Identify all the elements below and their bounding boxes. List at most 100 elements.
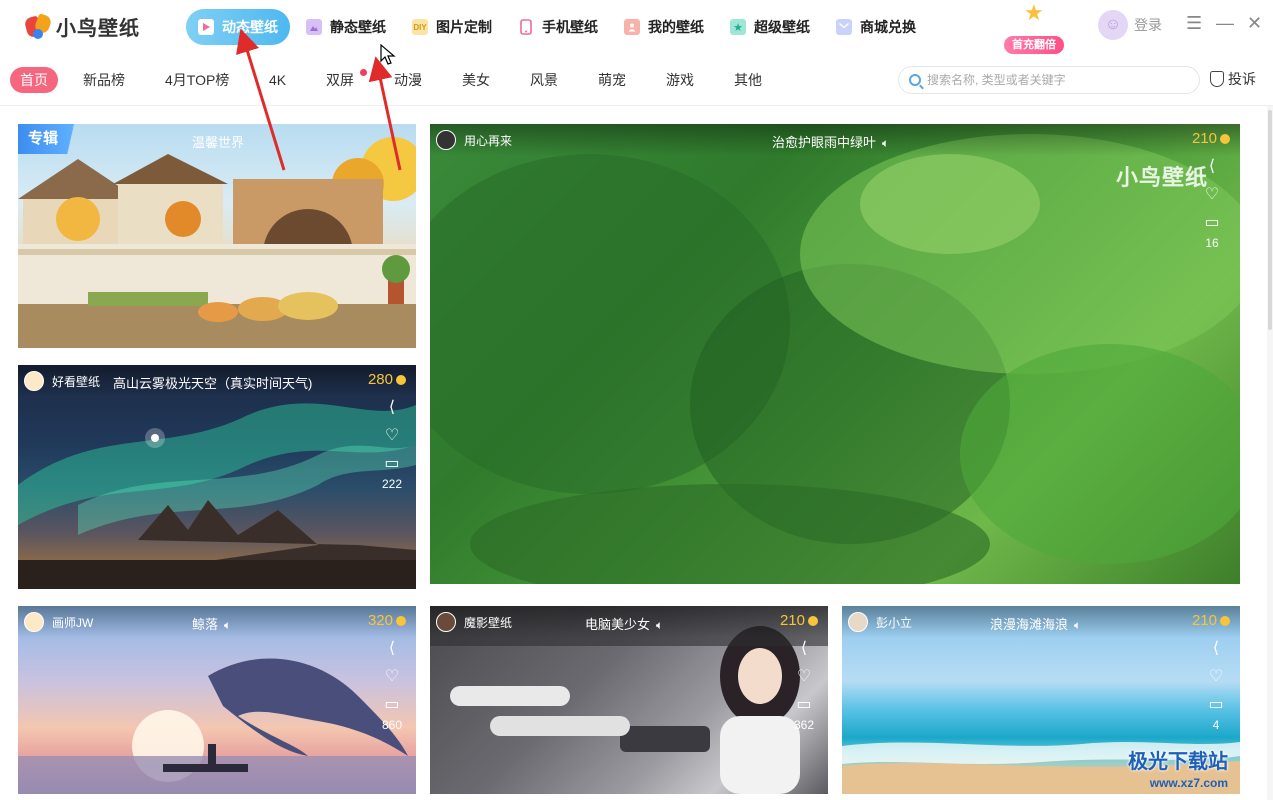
author-avatar [436,612,456,632]
comment-icon[interactable]: ▭ [382,696,402,714]
author-avatar [24,612,44,632]
video-icon [198,19,214,35]
mouse-cursor-icon [380,44,396,65]
site-watermark-url: www.xz7.com [1149,776,1228,790]
top-bar: 小鸟壁纸 动态壁纸 静态壁纸 DIY 图片定制 手机壁纸 我的壁纸 ★ 超级壁纸… [0,0,1273,56]
comment-icon[interactable]: ▭ [382,455,402,473]
card-actions: ⟨ ♡ ▭ 362 [794,640,814,732]
card-title: 治愈护眼雨中绿叶 🔈︎ [772,135,890,151]
card-title: 高山云雾极光天空（真实时间天气) [113,376,313,391]
comment-count: 860 [381,718,402,732]
menu-icon[interactable]: ☰ [1186,14,1202,32]
card-actions: ⟨ ♡ ▭ 222 [382,399,402,491]
share-icon[interactable]: ⟨ [1202,158,1222,176]
card-author[interactable]: 彭小立 [848,612,912,632]
wallpaper-card-forest[interactable]: 用心再来 治愈护眼雨中绿叶 🔈︎ 210 小鸟壁纸 ⟨ ♡ ▭ 16 [430,124,1240,584]
share-icon[interactable]: ⟨ [1206,640,1226,658]
app-logo[interactable]: 小鸟壁纸 [23,12,140,41]
report-button[interactable]: 投诉 [1210,69,1256,89]
sound-icon[interactable]: 🔈︎ [224,618,231,633]
wallpaper-card-album[interactable]: 专辑 温馨世界 [18,124,416,348]
nav-my-wallpaper[interactable]: 我的壁纸 [614,9,714,45]
first-recharge-promo[interactable]: ★ 首充翻倍 [1004,0,1064,56]
nav-phone-wallpaper[interactable]: 手机壁纸 [508,9,608,45]
close-icon[interactable]: ✕ [1247,14,1262,32]
card-author[interactable]: 魔影壁纸 [436,612,512,632]
category-pets[interactable]: 萌宠 [598,67,626,93]
author-avatar [436,130,456,150]
comment-icon[interactable]: ▭ [794,696,814,714]
heart-icon[interactable]: ♡ [382,668,402,686]
wallpaper-card-whale[interactable]: 画师JW 鲸落 🔈︎ 320 ⟨ ♡ ▭ 860 [18,606,416,794]
scrollbar-thumb[interactable] [1268,110,1272,330]
category-beauty[interactable]: 美女 [462,67,490,93]
coin-icon [808,615,818,626]
search-input[interactable] [927,73,1199,87]
card-price: 280 [368,371,406,388]
nav-dynamic-wallpaper[interactable]: 动态壁纸 [186,9,290,45]
sound-icon[interactable]: 🔈︎ [882,136,889,151]
mail-icon [836,19,852,35]
brand-watermark: 小鸟壁纸 [1116,165,1209,190]
promo-label: 首充翻倍 [1004,36,1064,54]
heart-icon[interactable]: ♡ [794,668,814,686]
comment-icon[interactable]: ▭ [1202,214,1222,232]
comment-count: 16 [1205,236,1219,250]
card-actions: ⟨ ♡ ▭ 4 [1206,640,1226,732]
card-title: 鲸落 🔈︎ [192,617,232,633]
search-box[interactable] [898,66,1200,94]
category-home[interactable]: 首页 [10,67,58,93]
category-april-top[interactable]: 4月TOP榜 [165,67,229,93]
share-icon[interactable]: ⟨ [794,640,814,658]
heart-icon[interactable]: ♡ [1202,186,1222,204]
sound-icon[interactable]: 🔈︎ [1074,618,1081,633]
card-actions: ⟨ ♡ ▭ 16 [1202,158,1222,250]
card-author[interactable]: 用心再来 [436,130,512,150]
wallpaper-card-aurora[interactable]: 好看壁纸 高山云雾极光天空（真实时间天气) 280 ⟨ ♡ ▭ 222 [18,365,416,589]
card-actions: ⟨ ♡ ▭ 860 [382,640,402,732]
bird-logo-icon [23,12,53,41]
category-games[interactable]: 游戏 [666,67,694,93]
diy-icon: DIY [412,19,428,35]
content-scrollbar[interactable] [1267,106,1273,800]
nav-super-wallpaper[interactable]: ★ 超级壁纸 [720,9,820,45]
nav-static-wallpaper[interactable]: 静态壁纸 [296,9,396,45]
category-new[interactable]: 新品榜 [83,67,125,93]
wand-star-icon: ★ [1024,0,1044,25]
login-button[interactable]: ☺ 登录 [1098,10,1162,40]
album-scene-illustration [18,137,416,348]
minimize-icon[interactable]: — [1216,14,1234,32]
category-anime[interactable]: 动漫 [394,67,422,93]
app-name: 小鸟壁纸 [56,18,140,40]
share-icon[interactable]: ⟨ [382,399,402,417]
card-author[interactable]: 好看壁纸 [24,371,100,391]
heart-icon[interactable]: ♡ [382,427,402,445]
category-other[interactable]: 其他 [734,67,762,93]
nav-image-custom[interactable]: DIY 图片定制 [402,9,502,45]
card-author[interactable]: 画师JW [24,612,93,632]
author-avatar [24,371,44,391]
album-tag: 专辑 [18,124,75,154]
wallpaper-card-girl[interactable]: 魔影壁纸 电脑美少女 🔈︎ 210 ⟨ ♡ ▭ 362 [430,606,828,794]
category-4k[interactable]: 4K [269,67,286,93]
wallpaper-card-beach[interactable]: 彭小立 浪漫海滩海浪 🔈︎ 210 ⟨ ♡ ▭ 4 极光下载站 www.xz7.c… [842,606,1240,794]
coin-icon [396,615,406,626]
card-price: 210 [780,612,818,629]
heart-icon[interactable]: ♡ [1206,668,1226,686]
nav-mall-exchange[interactable]: 商城兑换 [826,9,926,45]
category-bar: 首页 新品榜 4月TOP榜 4K 双屏 动漫 美女 风景 萌宠 游戏 其他 投诉 [0,56,1273,106]
sound-icon[interactable]: 🔈︎ [656,618,663,633]
star-icon: ★ [730,19,746,35]
coin-icon [396,374,406,385]
comment-icon[interactable]: ▭ [1206,696,1226,714]
category-dual-screen[interactable]: 双屏 [326,67,354,93]
comment-count: 222 [381,477,402,491]
card-price: 320 [368,612,406,629]
search-icon [909,74,921,86]
phone-icon [518,19,534,35]
card-title: 电脑美少女 🔈︎ [585,617,664,633]
card-price: 210 [1192,130,1230,147]
wallpaper-app: 小鸟壁纸 动态壁纸 静态壁纸 DIY 图片定制 手机壁纸 我的壁纸 ★ 超级壁纸… [0,0,1273,800]
share-icon[interactable]: ⟨ [382,640,402,658]
category-scenery[interactable]: 风景 [530,67,558,93]
